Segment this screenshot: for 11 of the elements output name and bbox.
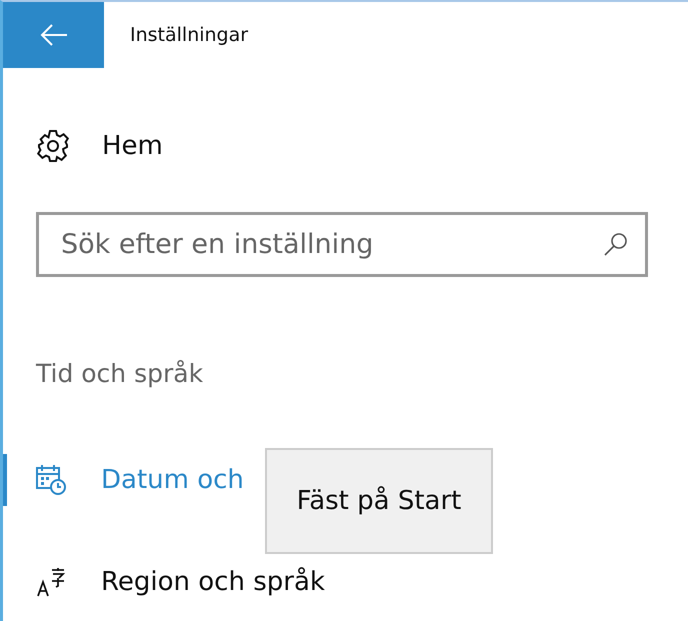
back-button[interactable]	[3, 2, 104, 68]
calendar-clock-icon	[35, 464, 67, 496]
window-title: Inställningar	[130, 24, 248, 46]
search-field[interactable]: Sök efter en inställning	[36, 212, 648, 277]
nav-item[interactable]: Region och språk	[3, 556, 363, 608]
settings-icon	[35, 128, 71, 164]
home-link[interactable]: Hem	[35, 124, 185, 168]
search-icon	[603, 231, 629, 257]
back-arrow-icon	[40, 24, 68, 46]
language-icon	[35, 566, 67, 598]
section-heading: Tid och språk	[36, 359, 204, 388]
